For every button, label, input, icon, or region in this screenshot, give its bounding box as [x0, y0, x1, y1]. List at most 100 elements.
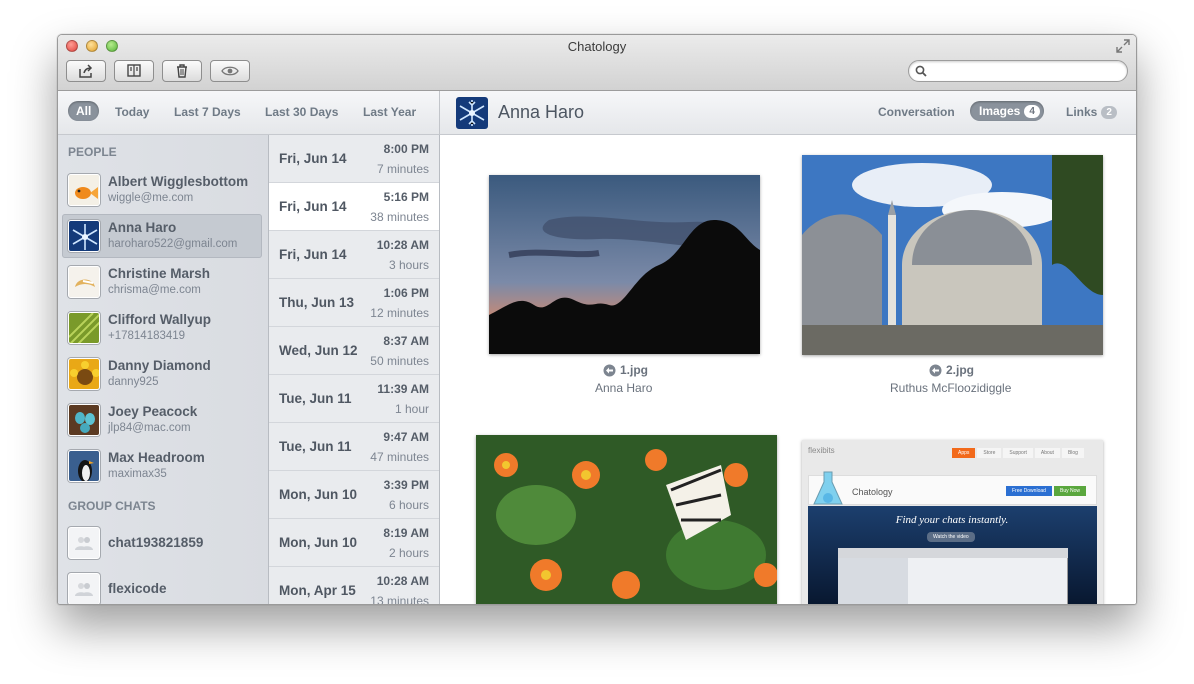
session-time: 11:39 AM — [377, 382, 429, 396]
avatar — [68, 220, 100, 252]
group-icon — [75, 583, 93, 596]
sidebar-item-clifford-wallyup[interactable]: Clifford Wallyup +17814183419 — [62, 306, 262, 350]
contact-header: Anna Haro Conversation Images 4 Links 2 — [440, 91, 1136, 135]
session-time: 1:06 PM — [383, 286, 429, 300]
image-filename[interactable]: 2.jpg — [929, 363, 974, 377]
tab-label: Links — [1066, 105, 1098, 119]
count-badge: 2 — [1101, 105, 1117, 119]
session-row[interactable]: Thu, Jun 13 1:06 PM 12 minutes — [269, 279, 439, 327]
window-title: Chatology — [567, 39, 627, 54]
sidebar-item-group-chat[interactable]: chat193821859 — [62, 521, 262, 565]
session-date: Mon, Jun 10 — [279, 487, 358, 502]
session-date: Mon, Jun 10 — [279, 535, 358, 550]
thumb-nav-item: Blog — [1061, 448, 1084, 458]
tab-conversation[interactable]: Conversation — [878, 105, 955, 119]
session-date: Thu, Jun 13 — [279, 295, 355, 310]
filter-last-30-days[interactable]: Last 30 Days — [265, 105, 338, 119]
thumb-nav-item: About — [1034, 448, 1060, 458]
group-name: flexicode — [108, 581, 167, 596]
sidebar-item-albert-wigglesbottom[interactable]: Albert Wigglesbottom wiggle@me.com — [62, 168, 262, 212]
session-date: Tue, Jun 11 — [279, 391, 352, 406]
contact-name: Christine Marsh — [108, 266, 211, 281]
session-duration: 3 hours — [388, 258, 429, 272]
sidebar-item-group-chat[interactable]: flexicode — [62, 567, 262, 604]
thumb-nav-item: Apps — [952, 448, 976, 458]
session-date: Fri, Jun 14 — [279, 247, 347, 262]
sidebar-item-anna-haro[interactable]: Anna Haro haroharo522@gmail.com — [62, 214, 262, 258]
filename-label: 2.jpg — [946, 363, 975, 377]
session-duration: 12 minutes — [370, 306, 429, 320]
session-row[interactable]: Tue, Jun 11 11:39 AM 1 hour — [269, 375, 439, 423]
tab-links[interactable]: Links 2 — [1066, 105, 1117, 119]
avatar — [68, 450, 100, 482]
session-time: 8:00 PM — [383, 142, 429, 156]
delete-button[interactable] — [162, 60, 202, 82]
group-name: chat193821859 — [108, 535, 204, 550]
fullscreen-icon[interactable] — [1116, 39, 1130, 53]
tab-images[interactable]: Images 4 — [970, 101, 1044, 121]
group-avatar — [68, 573, 100, 604]
image-thumbnail[interactable]: flexibits Apps Store Support About Blog … — [802, 440, 1103, 604]
thumb-download: Free Download — [1006, 486, 1052, 496]
group-icon — [75, 537, 93, 550]
sidebar-item-joey-peacock[interactable]: Joey Peacock jlp84@mac.com — [62, 398, 262, 442]
session-time: 8:37 AM — [383, 334, 429, 348]
image-thumbnail[interactable] — [489, 175, 760, 354]
avatar — [68, 174, 100, 206]
sidebar-item-danny-diamond[interactable]: Danny Diamond danny925 — [62, 352, 262, 396]
sidebar-item-christine-marsh[interactable]: Christine Marsh chrisma@me.com — [62, 260, 262, 304]
contact-name: Anna Haro — [108, 220, 177, 235]
thumb-nav-item: Support — [1003, 448, 1033, 458]
notes-button[interactable] — [114, 60, 154, 82]
session-row[interactable]: Tue, Jun 11 9:47 AM 47 minutes — [269, 423, 439, 471]
session-time: 8:19 AM — [383, 526, 429, 540]
sidebar-item-max-headroom[interactable]: Max Headroom maximax35 — [62, 444, 262, 488]
filter-last-7-days[interactable]: Last 7 Days — [174, 105, 241, 119]
session-row[interactable]: Mon, Apr 15 10:28 AM 13 minutes — [269, 567, 439, 604]
session-row[interactable]: Fri, Jun 14 5:16 PM 38 minutes — [269, 183, 439, 231]
book-icon — [127, 64, 141, 77]
session-row[interactable]: Mon, Jun 10 8:19 AM 2 hours — [269, 519, 439, 567]
session-time: 3:39 PM — [383, 478, 429, 492]
thumb-tagline: Find your chats instantly. — [895, 514, 1009, 526]
sessions-list: Fri, Jun 14 8:00 PM 7 minutes Fri, Jun 1… — [269, 135, 440, 604]
image-thumbnail[interactable] — [802, 155, 1103, 355]
filter-all[interactable]: All — [68, 101, 100, 121]
session-duration: 7 minutes — [376, 162, 429, 176]
session-row[interactable]: Fri, Jun 14 10:28 AM 3 hours — [269, 231, 439, 279]
people-heading: PEOPLE — [68, 145, 117, 159]
session-duration: 6 hours — [388, 498, 429, 512]
date-filter-bar: All Today Last 7 Days Last 30 Days Last … — [58, 91, 440, 135]
contact-handle: wiggle@me.com — [108, 192, 194, 204]
group-chats-heading: GROUP CHATS — [68, 499, 156, 513]
session-row[interactable]: Fri, Jun 14 8:00 PM 7 minutes — [269, 135, 439, 183]
title-bar: Chatology — [58, 35, 1136, 91]
session-duration: 2 hours — [388, 546, 429, 560]
search-field[interactable] — [908, 60, 1128, 82]
session-row[interactable]: Mon, Jun 10 3:39 PM 6 hours — [269, 471, 439, 519]
avatar — [68, 358, 100, 390]
session-row[interactable]: Wed, Jun 12 8:37 AM 50 minutes — [269, 327, 439, 375]
session-date: Tue, Jun 11 — [279, 439, 352, 454]
quick-look-button[interactable] — [210, 60, 250, 82]
thumb-buy: Buy Now — [1054, 486, 1087, 496]
search-input[interactable] — [931, 63, 1121, 79]
image-filename[interactable]: 1.jpg — [603, 363, 648, 377]
contact-handle: chrisma@me.com — [108, 284, 201, 296]
trash-icon — [177, 64, 187, 78]
group-avatar — [68, 527, 100, 559]
avatar — [456, 97, 488, 129]
filter-today[interactable]: Today — [115, 105, 149, 119]
contact-name: Joey Peacock — [108, 404, 198, 419]
image-thumbnail[interactable] — [476, 435, 777, 604]
filter-last-year[interactable]: Last Year — [363, 105, 416, 119]
session-date: Mon, Apr 15 — [279, 583, 356, 598]
session-duration: 1 hour — [394, 402, 429, 416]
session-time: 9:47 AM — [383, 430, 429, 444]
share-icon — [79, 64, 93, 78]
contact-handle: +17814183419 — [108, 330, 186, 342]
contact-handle: maximax35 — [108, 468, 167, 480]
count-badge: 4 — [1024, 104, 1040, 118]
session-date: Fri, Jun 14 — [279, 199, 347, 214]
share-button[interactable] — [66, 60, 106, 82]
